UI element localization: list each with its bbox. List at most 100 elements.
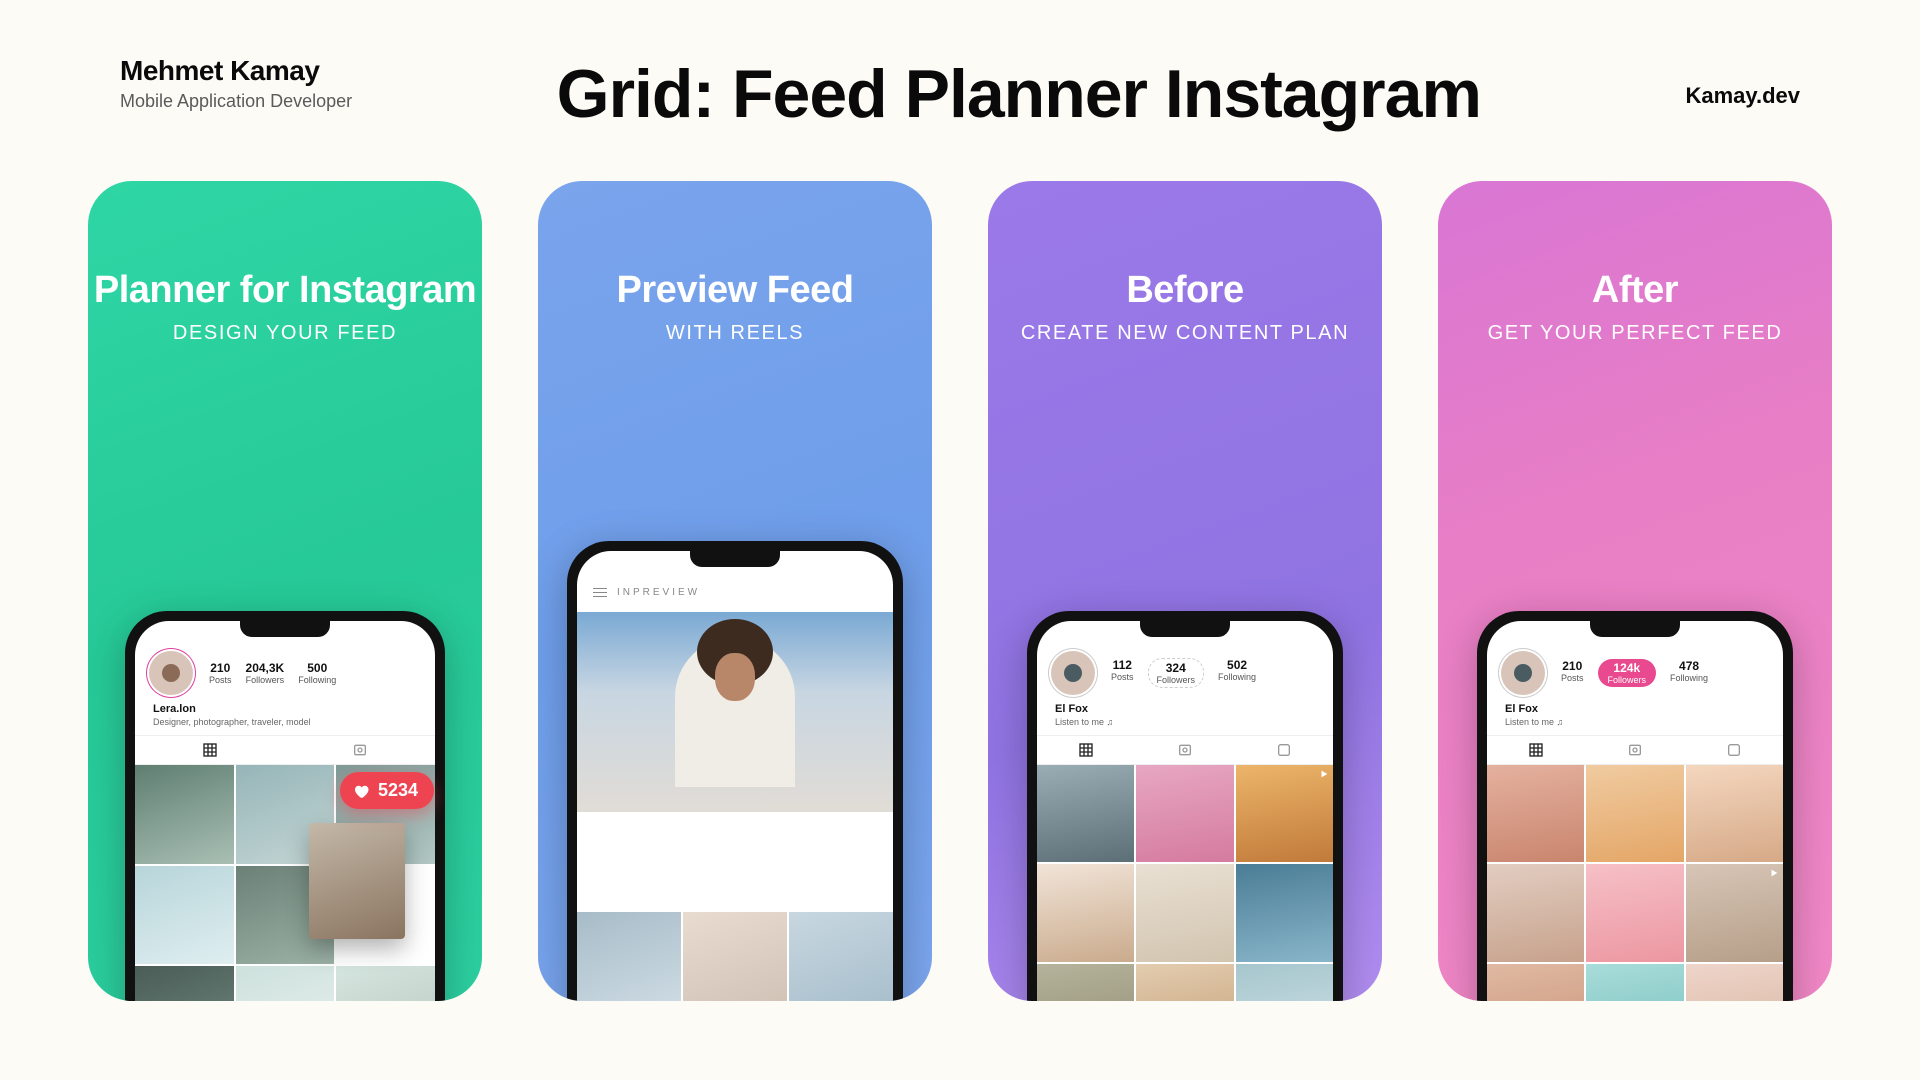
feed-cell[interactable]	[1487, 765, 1584, 862]
username: Lera.lon	[153, 703, 417, 715]
play-icon	[1769, 868, 1779, 878]
hero-photo[interactable]	[577, 612, 893, 812]
tab-grid[interactable]	[135, 736, 285, 764]
tagged-icon	[1177, 742, 1193, 758]
card-preview: Preview Feed WITH REELS INPREVIEW	[538, 181, 932, 1001]
tab-tagged[interactable]	[1586, 736, 1685, 764]
stat-following[interactable]: 502Following	[1218, 658, 1256, 688]
card-planner: Planner for Instagram DESIGN YOUR FEED 5…	[88, 181, 482, 1001]
phone-mock-3: 112Posts 324Followers 502Following El Fo…	[1027, 611, 1343, 1001]
feed-cell[interactable]	[336, 966, 435, 1001]
feed-cell[interactable]	[1236, 864, 1333, 961]
feed-cell[interactable]	[1586, 765, 1683, 862]
tab-tagged[interactable]	[1136, 736, 1235, 764]
username-block: El Fox Listen to me ♫	[1487, 703, 1783, 735]
profile-row: 210Posts 204,3KFollowers 500Following	[135, 643, 435, 703]
reel-split-grid	[577, 612, 893, 912]
feed-cell[interactable]	[1037, 964, 1134, 1001]
stat-followers-highlight[interactable]: 124kFollowers	[1598, 659, 1657, 687]
feed-cell[interactable]	[1236, 964, 1333, 1001]
like-badge: 5234	[340, 772, 434, 809]
username: El Fox	[1505, 703, 1765, 715]
feed-cell[interactable]	[577, 912, 681, 1001]
stat-posts[interactable]: 210Posts	[209, 661, 232, 685]
card-subtitle: GET YOUR PERFECT FEED	[1438, 322, 1832, 345]
cards-row: Planner for Instagram DESIGN YOUR FEED 5…	[0, 133, 1920, 1001]
feed-grid-secondary	[577, 912, 893, 1001]
feed-cell[interactable]	[1586, 964, 1683, 1001]
tagged-icon	[1627, 742, 1643, 758]
stat-followers[interactable]: 204,3KFollowers	[246, 661, 285, 685]
card-title: Preview Feed	[538, 269, 932, 312]
feed-cell[interactable]	[135, 765, 234, 864]
feed-cell[interactable]	[1686, 864, 1783, 961]
page-header: Mehmet Kamay Mobile Application Develope…	[0, 0, 1920, 133]
author-name: Mehmet Kamay	[120, 55, 352, 87]
heart-icon	[352, 782, 370, 800]
brand-text: INPREVIEW	[617, 587, 700, 598]
phone-notch	[1590, 621, 1680, 637]
card-title: Before	[988, 269, 1382, 312]
reels-icon	[1276, 742, 1292, 758]
feed-cell[interactable]	[1136, 765, 1233, 862]
phone-notch	[240, 621, 330, 637]
feed-cell[interactable]	[1487, 964, 1584, 1001]
username-block: Lera.lon Designer, photographer, travele…	[135, 703, 435, 735]
feed-cell[interactable]	[1487, 864, 1584, 961]
card-subtitle: CREATE NEW CONTENT PLAN	[988, 322, 1382, 345]
phone-notch	[1140, 621, 1230, 637]
tab-tagged[interactable]	[285, 736, 435, 764]
avatar[interactable]	[149, 651, 193, 695]
feed-cell[interactable]	[1686, 964, 1783, 1001]
username-block: El Fox Listen to me ♫	[1037, 703, 1333, 735]
card-before: Before CREATE NEW CONTENT PLAN 112Posts …	[988, 181, 1382, 1001]
reels-icon	[1726, 742, 1742, 758]
feed-cell[interactable]	[236, 966, 335, 1001]
feed-cell[interactable]	[1136, 864, 1233, 961]
card-subtitle: WITH REELS	[538, 322, 932, 345]
feed-cell[interactable]	[1136, 964, 1233, 1001]
feed-cell[interactable]	[1586, 864, 1683, 961]
tab-grid[interactable]	[1037, 736, 1136, 764]
site-link[interactable]: Kamay.dev	[1685, 55, 1800, 109]
app-bar: INPREVIEW	[577, 573, 893, 612]
grid-icon	[1528, 742, 1544, 758]
profile-row: 210Posts 124kFollowers 478Following	[1487, 643, 1783, 703]
page-title: Grid: Feed Planner Instagram	[352, 55, 1685, 133]
avatar[interactable]	[1501, 651, 1545, 695]
bio: Listen to me ♫	[1055, 717, 1315, 727]
feed-cell[interactable]	[135, 866, 234, 965]
stat-posts[interactable]: 112Posts	[1111, 658, 1134, 688]
bio: Designer, photographer, traveler, model	[153, 717, 417, 727]
tab-reels[interactable]	[1684, 736, 1783, 764]
dragging-tile[interactable]	[309, 823, 405, 939]
feed-cell[interactable]	[683, 912, 787, 1001]
username: El Fox	[1055, 703, 1315, 715]
grid-icon	[202, 742, 218, 758]
phone-mock-2: INPREVIEW	[567, 541, 903, 1001]
feed-grid	[1037, 765, 1333, 1001]
menu-icon[interactable]	[593, 588, 607, 597]
stat-followers-goal[interactable]: 324Followers	[1148, 658, 1205, 688]
feed-cell[interactable]	[1037, 765, 1134, 862]
feed-cell[interactable]	[789, 912, 893, 1001]
stat-following[interactable]: 500Following	[298, 661, 336, 685]
card-after: After GET YOUR PERFECT FEED 210Posts 124…	[1438, 181, 1832, 1001]
card-subtitle: DESIGN YOUR FEED	[88, 322, 482, 345]
card-title: After	[1438, 269, 1832, 312]
feed-cell[interactable]	[1686, 765, 1783, 862]
stat-posts[interactable]: 210Posts	[1561, 659, 1584, 687]
stat-following[interactable]: 478Following	[1670, 659, 1708, 687]
author-role: Mobile Application Developer	[120, 91, 352, 112]
tagged-icon	[352, 742, 368, 758]
avatar[interactable]	[1051, 651, 1095, 695]
play-icon	[1319, 769, 1329, 779]
feed-cell[interactable]	[1037, 864, 1134, 961]
profile-row: 112Posts 324Followers 502Following	[1037, 643, 1333, 703]
tab-reels[interactable]	[1234, 736, 1333, 764]
feed-cell[interactable]	[135, 966, 234, 1001]
feed-grid	[1487, 765, 1783, 1001]
author-block: Mehmet Kamay Mobile Application Develope…	[120, 55, 352, 112]
tab-grid[interactable]	[1487, 736, 1586, 764]
feed-cell[interactable]	[1236, 765, 1333, 862]
